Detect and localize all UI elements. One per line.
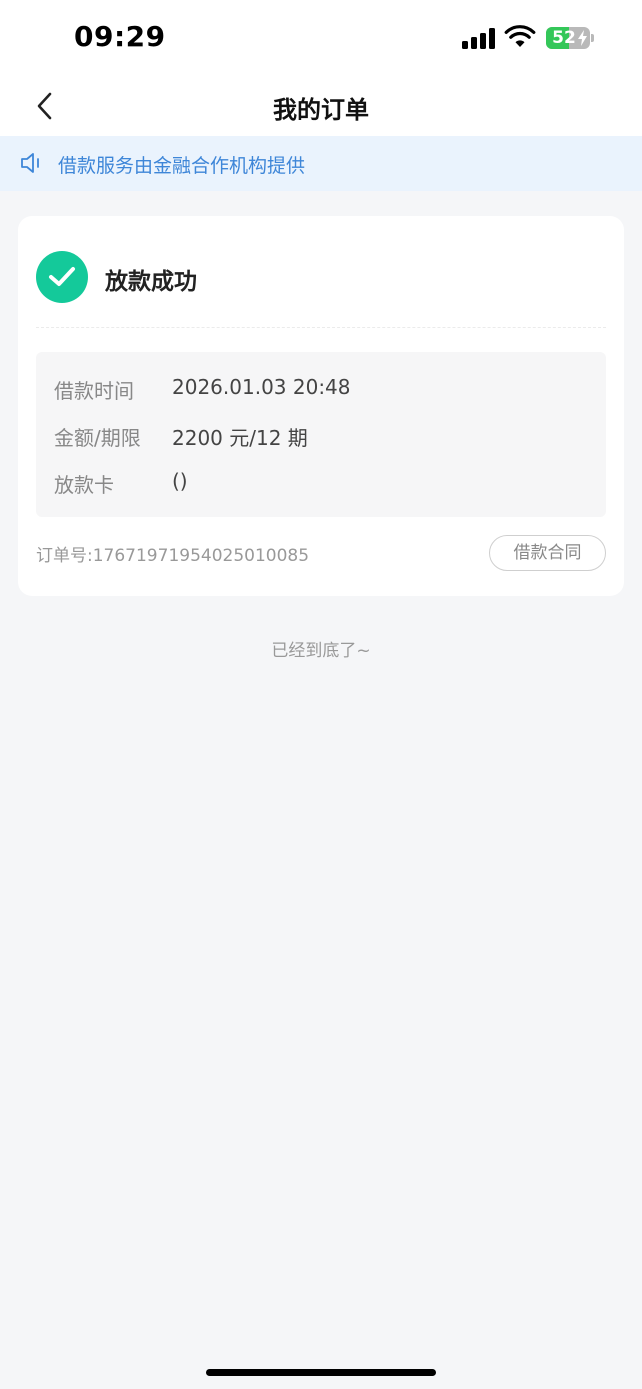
nav-bar: 我的订单: [0, 76, 642, 136]
page-title: 我的订单: [273, 96, 369, 124]
speaker-icon: [21, 153, 39, 173]
check-circle-icon: [36, 251, 88, 303]
detail-label: 金额/期限: [54, 426, 141, 450]
status-bar: 09:29 52: [0, 0, 642, 76]
detail-value: 2200 元/12 期: [172, 426, 308, 450]
home-indicator[interactable]: [206, 1369, 436, 1376]
detail-value: (): [172, 469, 188, 493]
charging-bolt-icon: [578, 30, 587, 46]
order-card[interactable]: 放款成功 借款时间 2026.01.03 20:48 金额/期限 2200 元/…: [18, 216, 624, 596]
status-time: 09:29: [74, 20, 166, 53]
wifi-icon: [504, 25, 536, 47]
detail-value: 2026.01.03 20:48: [172, 375, 351, 399]
detail-label: 放款卡: [54, 473, 114, 497]
detail-label: 借款时间: [54, 379, 134, 403]
loan-contract-button[interactable]: 借款合同: [489, 535, 606, 571]
end-of-list-text: 已经到底了~: [271, 641, 371, 661]
notice-banner: 借款服务由金融合作机构提供: [0, 136, 642, 191]
battery-percent: 52: [552, 28, 576, 48]
order-number: 订单号:17671971954025010085: [36, 546, 310, 566]
battery-charging-icon: 52: [546, 27, 590, 49]
divider: [36, 327, 606, 328]
cellular-signal-icon: [462, 27, 496, 49]
order-details: 借款时间 2026.01.03 20:48 金额/期限 2200 元/12 期 …: [36, 352, 606, 517]
notice-text: 借款服务由金融合作机构提供: [58, 155, 306, 177]
battery-cap: [591, 34, 594, 42]
order-status: 放款成功: [105, 269, 197, 295]
